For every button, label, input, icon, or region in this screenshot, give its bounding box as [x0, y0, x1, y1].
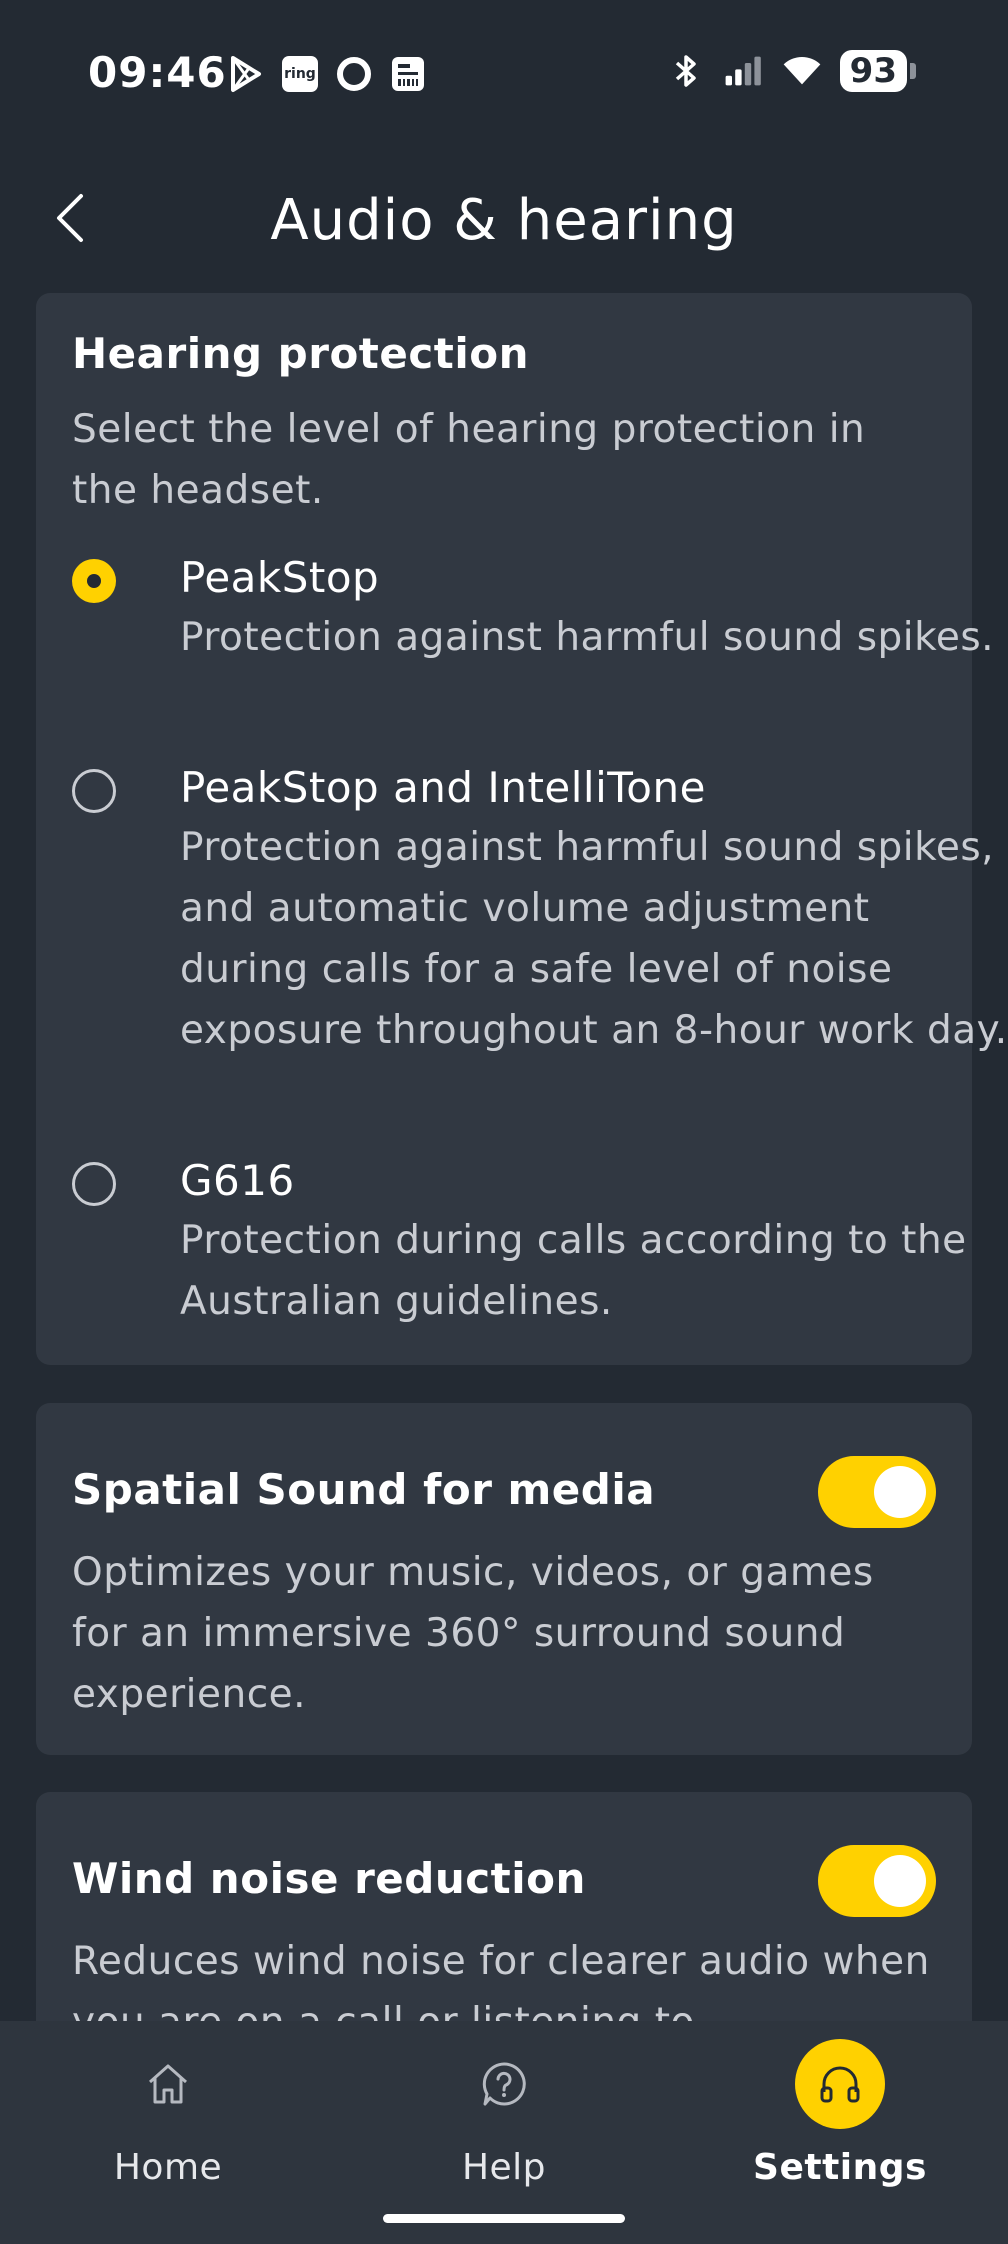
spatial-sound-description: Optimizes your music, videos, or games f… [72, 1550, 874, 1717]
nav-home[interactable]: Home [0, 2021, 336, 2201]
help-icon [459, 2039, 549, 2129]
page-header: Audio & hearing [0, 160, 1008, 280]
status-bar: 09:46 ring 93 [0, 0, 1008, 150]
nav-help-label: Help [461, 2147, 547, 2188]
wifi-icon [782, 51, 822, 91]
spatial-sound-toggle[interactable] [818, 1456, 936, 1528]
hearing-protection-description: Select the level of hearing protection i… [72, 407, 866, 513]
spatial-sound-card: Spatial Sound for media Optimizes your m… [36, 1403, 972, 1755]
radio-button-selected[interactable] [72, 559, 116, 603]
play-store-icon [226, 54, 266, 94]
toggle-knob [874, 1466, 926, 1518]
wind-noise-toggle[interactable] [818, 1845, 936, 1917]
radio-button[interactable] [72, 769, 116, 813]
bottom-navigation: Home Help Settings [0, 2021, 1008, 2244]
option-description: Protection against harmful sound spikes,… [180, 825, 1008, 1053]
battery-tip [910, 63, 916, 79]
option-g616[interactable]: G616 Protection during calls according t… [72, 1156, 966, 1336]
option-label: G616 [180, 1156, 295, 1205]
spatial-sound-title: Spatial Sound for media [72, 1465, 656, 1514]
signal-icon [724, 51, 764, 91]
option-description: Protection during calls according to the… [180, 1218, 967, 1324]
circle-app-icon [334, 54, 374, 94]
bluetooth-icon [666, 51, 706, 91]
battery-indicator: 93 [839, 50, 916, 92]
ring-icon: ring [280, 54, 320, 94]
ring-app-label: ring [282, 56, 318, 92]
status-time: 09:46 [88, 48, 227, 97]
option-peakstop[interactable]: PeakStop Protection against harmful soun… [72, 553, 994, 733]
home-indicator[interactable] [383, 2214, 625, 2223]
toggle-knob [874, 1855, 926, 1907]
wind-noise-title: Wind noise reduction [72, 1854, 586, 1903]
home-icon [123, 2039, 213, 2129]
option-peakstop-intellitone[interactable]: PeakStop and IntelliTone Protection agai… [72, 763, 1007, 1123]
option-label: PeakStop and IntelliTone [180, 763, 706, 812]
nav-settings-label: Settings [753, 2147, 927, 2188]
nav-settings[interactable]: Settings [672, 2021, 1008, 2201]
headphones-icon [795, 2039, 885, 2129]
nav-home-label: Home [113, 2147, 223, 2188]
nav-help[interactable]: Help [336, 2021, 672, 2201]
radio-button[interactable] [72, 1162, 116, 1206]
option-label: PeakStop [180, 553, 380, 602]
page-title: Audio & hearing [270, 188, 738, 253]
hearing-protection-title: Hearing protection [72, 329, 529, 378]
notification-icons: ring [226, 54, 428, 94]
hearing-protection-card: Hearing protection Select the level of h… [36, 293, 1007, 1365]
document-app-icon [388, 54, 428, 94]
system-icons: 93 [666, 50, 916, 92]
option-description: Protection against harmful sound spikes. [180, 615, 995, 660]
battery-level: 93 [839, 50, 907, 92]
